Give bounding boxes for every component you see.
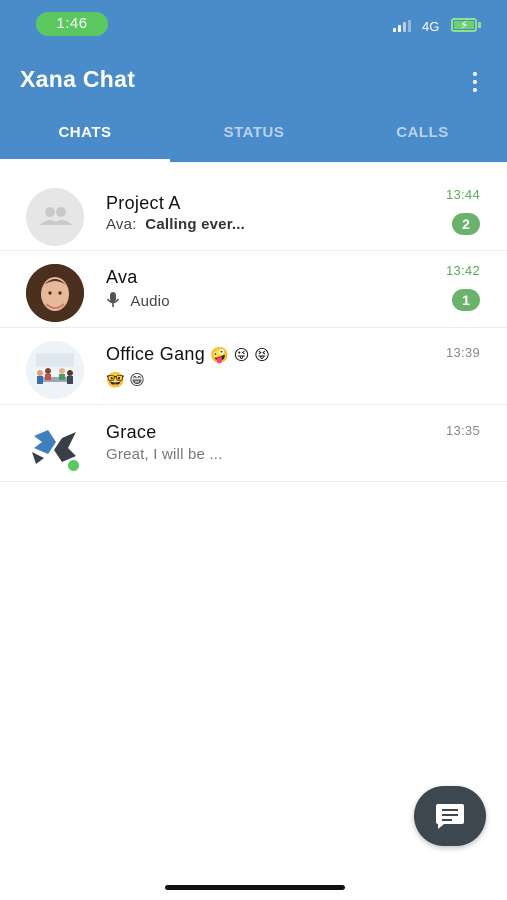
battery-tip <box>478 22 481 28</box>
chat-row-project-a[interactable]: Project A Ava: Calling ever... 13:44 2 <box>0 163 507 251</box>
preview-sender: Ava: <box>106 216 137 233</box>
preview-text: Calling ever... <box>145 216 246 233</box>
battery-icon: ⚡ <box>451 18 477 32</box>
chat-time: 13:35 <box>445 423 480 438</box>
group-avatar <box>26 188 84 246</box>
chat-preview: Great, I will be ... <box>106 446 223 463</box>
chat-list: Project A Ava: Calling ever... 13:44 2 A… <box>0 163 507 482</box>
person-avatar <box>26 264 84 322</box>
chat-name-text: Office Gang <box>106 344 206 364</box>
new-chat-icon <box>436 804 464 829</box>
tab-chats[interactable]: CHATS <box>0 124 170 148</box>
chat-preview: Audio <box>106 292 170 310</box>
chat-time: 13:39 <box>445 345 480 360</box>
app-bar: 1:46 4G ⚡ Xana Chat CHATS STATUS CALLS <box>0 0 507 162</box>
network-label: 4G <box>422 19 440 34</box>
chat-preview: Ava: Calling ever... <box>106 216 245 233</box>
chat-time: 13:44 <box>445 187 480 202</box>
new-chat-button[interactable] <box>414 786 486 846</box>
preview-text: Audio <box>130 293 170 310</box>
online-status-dot <box>66 458 81 473</box>
office-illustration <box>26 341 84 399</box>
tab-calls[interactable]: CALLS <box>338 124 507 148</box>
logo-avatar <box>26 418 84 476</box>
group-avatar <box>26 341 84 399</box>
microphone-icon <box>106 292 120 307</box>
chat-name: Office Gang 🤪 😜 😝 <box>106 344 270 365</box>
active-tab-indicator <box>0 159 170 162</box>
signal-icon <box>393 20 415 32</box>
home-indicator[interactable] <box>165 885 345 890</box>
name-emojis: 🤪 😜 😝 <box>210 347 271 364</box>
chat-preview: 🤓 😁 <box>106 372 146 389</box>
status-time: 1:46 <box>36 12 108 36</box>
chat-name: Grace <box>106 422 157 442</box>
chat-name: Ava <box>106 267 138 287</box>
person-photo <box>26 264 84 322</box>
chat-time: 13:42 <box>445 263 480 278</box>
group-icon <box>40 207 72 225</box>
chat-row-grace[interactable]: Grace Great, I will be ... 13:35 <box>0 405 507 482</box>
unread-badge: 2 <box>452 213 480 235</box>
unread-badge: 1 <box>452 289 480 311</box>
chat-name: Project A <box>106 193 181 213</box>
app-title: Xana Chat <box>20 66 136 92</box>
tab-status[interactable]: STATUS <box>170 124 338 148</box>
more-vertical-icon[interactable] <box>468 70 482 94</box>
chat-row-office-gang[interactable]: Office Gang 🤪 😜 😝 🤓 😁 13:39 <box>0 328 507 405</box>
chat-row-ava[interactable]: Ava Audio 13:42 1 <box>0 251 507 328</box>
